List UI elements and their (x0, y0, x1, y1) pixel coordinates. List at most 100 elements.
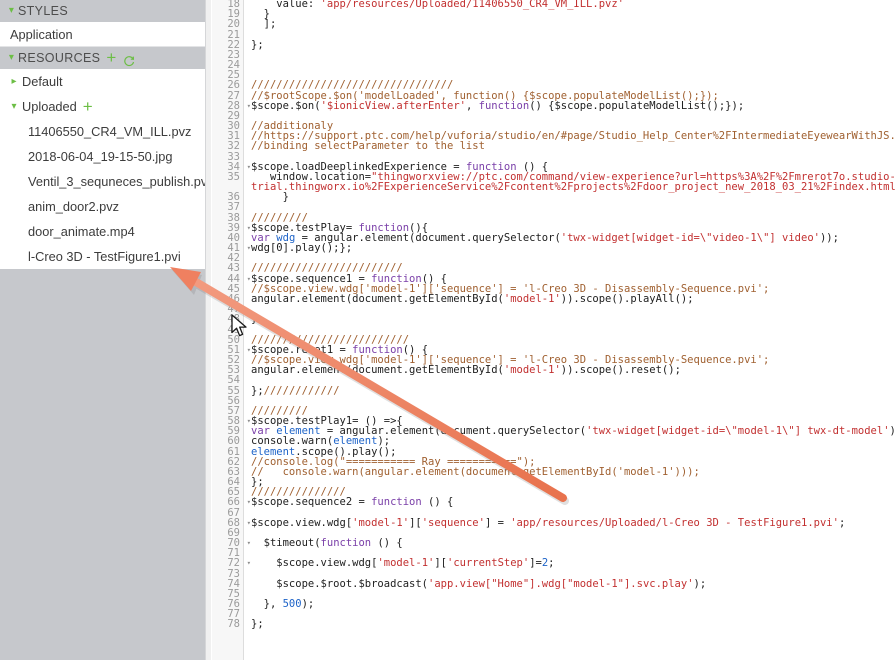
code-token: 'twx-widget[widget-id=\"video-1\"] video… (560, 231, 820, 244)
code-token: ); (693, 577, 707, 590)
sidebar-item-application[interactable]: Application (0, 22, 205, 47)
code-token: // console.warn(angular.element(document… (251, 465, 700, 478)
code-line[interactable] (245, 30, 895, 40)
code-line[interactable]: }; (245, 313, 895, 326)
code-token: ] = (484, 516, 511, 529)
code-token: //binding selectParameter to the list (251, 140, 485, 153)
chevron-down-icon: ▾ (8, 5, 15, 16)
code-line[interactable]: angular.element(document.getElementById(… (245, 364, 895, 377)
code-token: } (251, 191, 289, 204)
code-token: )); (819, 231, 839, 244)
file-name: l-Creo 3D - TestFigure1.pvi (28, 249, 181, 264)
chevron-down-icon[interactable]: ▾ (6, 101, 22, 112)
code-token: }, (251, 598, 283, 611)
code-token: ; (548, 557, 555, 570)
code-token: }; (251, 313, 264, 326)
refresh-icon[interactable] (123, 52, 135, 67)
list-item[interactable]: Ventil_3_sequneces_publish.pvz (0, 169, 205, 194)
code-token: function (371, 496, 422, 509)
code-line[interactable] (245, 609, 895, 619)
code-token: angular.element(document.getElementById( (251, 292, 504, 305)
code-line[interactable] (245, 375, 895, 385)
code-token: ; (838, 516, 846, 529)
code-line[interactable]: trial.thingworx.io%2FExperienceService%2… (245, 181, 895, 194)
code-token: }; (251, 38, 264, 51)
code-token: $scope.sequence2 = (251, 496, 372, 509)
code-line[interactable]: } (245, 191, 895, 204)
code-line[interactable]: // console.warn(angular.element(document… (245, 465, 895, 478)
code-line[interactable]: //binding selectParameter to the list (245, 140, 895, 153)
code-token: )).scope().reset(); (560, 364, 681, 377)
sidebar-scrollbar-track[interactable] (205, 0, 417, 660)
resources-section-header[interactable]: ▾ RESOURCES + (0, 47, 205, 69)
code-token: }; (251, 384, 264, 397)
sidebar-node-default[interactable]: ▸ Default (0, 69, 205, 94)
code-line[interactable] (245, 589, 895, 599)
app-window: ▾ STYLES Application ▾ RESOURCES + ▸ Def… (0, 0, 895, 660)
code-token: () {$scope.populateModelList();}); (529, 99, 745, 112)
code-token: ]= (529, 557, 542, 570)
resources-section-label: RESOURCES (18, 51, 101, 65)
code-editor[interactable]: 18 19 20 21 22 23 24 25 26 27 28 ▾ 29 30 31 32 33 34 ▾ 35 36… (212, 0, 895, 660)
code-token: 'model-1' (377, 557, 435, 570)
sidebar-empty-area (0, 269, 205, 660)
code-line[interactable]: } (245, 9, 895, 20)
code-line[interactable] (245, 202, 895, 212)
file-name: door_animate.mp4 (28, 224, 135, 239)
code-token: $timeout( (251, 537, 321, 550)
code-line[interactable] (245, 111, 895, 121)
list-item[interactable]: l-Creo 3D - TestFigure1.pvi (0, 244, 205, 269)
code-line[interactable]: $scope.sequence2 = function () { (245, 496, 895, 509)
code-line[interactable] (245, 60, 895, 70)
code-line[interactable]: angular.element(document.getElementById(… (245, 292, 895, 305)
code-line[interactable] (245, 396, 895, 406)
styles-section-header[interactable]: ▾ STYLES (0, 0, 205, 22)
code-token: ][ (434, 557, 447, 570)
code-line[interactable]: $timeout(function () { (245, 537, 895, 550)
application-label: Application (10, 27, 73, 42)
code-line[interactable] (245, 50, 895, 60)
code-token: wdg[0].play();}; (251, 242, 353, 255)
list-item[interactable]: 2018-06-04_19-15-50.jpg (0, 144, 205, 169)
chevron-down-icon: ▾ (8, 52, 15, 63)
code-token: $scope.$root.$broadcast( (251, 577, 429, 590)
file-name: 2018-06-04_19-15-50.jpg (28, 149, 173, 164)
code-token: 500 (282, 598, 302, 611)
list-item[interactable]: anim_door2.pvz (0, 194, 205, 219)
code-token: 'app.view["Home"].wdg["model-1"].svc.pla… (428, 577, 694, 590)
code-token: () { (371, 537, 403, 550)
code-token: $scope.view.wdg[ (251, 557, 378, 570)
code-line[interactable]: }, 500); (245, 598, 895, 611)
code-line[interactable]: $scope.view.wdg['model-1']['sequence'] =… (245, 516, 895, 529)
code-text-area[interactable]: value: 'app/resources/Uploaded/11406550_… (245, 0, 895, 660)
code-token: )).scope().playAll(); (560, 292, 694, 305)
code-token: trial.thingworx.io%2FExperienceService%2… (251, 181, 895, 194)
code-token: , (465, 99, 479, 112)
code-line[interactable]: $scope.$on('$ionicView.afterEnter', func… (245, 99, 895, 112)
line-number-gutter: 18 19 20 21 22 23 24 25 26 27 28 ▾ 29 30 31 32 33 34 ▾ 35 36… (212, 0, 251, 660)
line-number: 20 (227, 18, 240, 31)
plus-icon[interactable]: + (83, 98, 93, 115)
code-line[interactable]: $scope.view.wdg['model-1']['currentStep'… (245, 557, 895, 570)
sidebar-node-uploaded[interactable]: ▾ Uploaded + (0, 94, 205, 119)
code-line[interactable]: ]; (245, 19, 895, 30)
code-line[interactable]: }; (245, 38, 895, 51)
code-token: $on (295, 99, 315, 112)
line-number: 48 (227, 313, 240, 326)
list-item[interactable]: 11406550_CR4_VM_ILL.pvz (0, 119, 205, 144)
code-line[interactable] (245, 304, 895, 314)
plus-icon[interactable]: + (106, 49, 116, 67)
chevron-right-icon[interactable]: ▸ (6, 76, 22, 87)
code-line[interactable]: $scope.$root.$broadcast('app.view["Home"… (245, 577, 895, 590)
code-token: 'app/resources/Uploaded/11406550_CR4_VM_… (320, 0, 624, 10)
code-token: 'app/resources/Uploaded/l-Creo 3D - Test… (510, 516, 839, 529)
code-line[interactable]: wdg[0].play();}; (245, 242, 895, 255)
list-item[interactable]: door_animate.mp4 (0, 219, 205, 244)
code-line[interactable]: }; (245, 619, 895, 630)
code-token: $scope (251, 99, 289, 112)
code-token: function (320, 537, 372, 550)
code-line[interactable]: };//////////// (245, 384, 895, 397)
code-line[interactable]: value: 'app/resources/Uploaded/11406550_… (245, 0, 895, 9)
code-token: $scope.view.wdg[ (251, 516, 353, 529)
code-token: '$ionicView.afterEnter' (320, 99, 466, 112)
